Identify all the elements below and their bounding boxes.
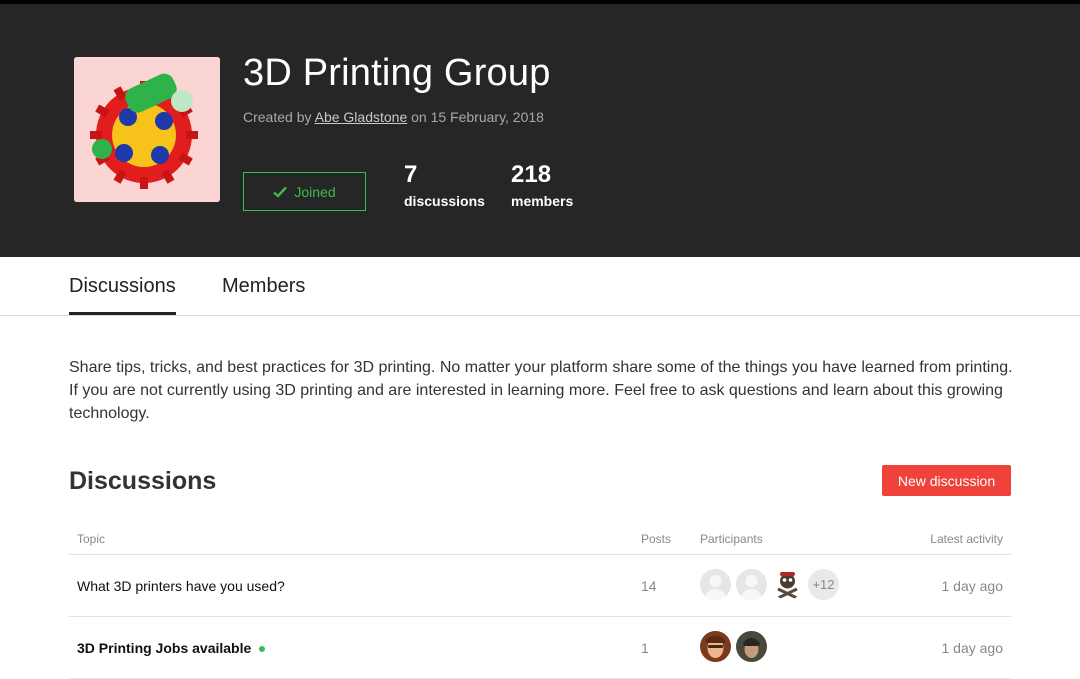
avatar[interactable]: [700, 631, 731, 662]
group-description: Share tips, tricks, and best practices f…: [69, 359, 1013, 422]
topic-link[interactable]: 3D Printing Jobs available: [77, 640, 266, 656]
new-discussion-button[interactable]: New discussion: [882, 465, 1011, 496]
new-activity-dot-icon: [259, 646, 266, 653]
participants-list: +12: [700, 569, 839, 600]
discussions-section-title: Discussions: [69, 467, 217, 495]
posts-count: 14: [641, 578, 657, 594]
default-user-icon: [736, 569, 767, 600]
discussions-label: discussions: [404, 193, 485, 209]
column-topic: Topic: [77, 532, 106, 546]
participants-list: [700, 631, 767, 662]
creator-link[interactable]: Abe Gladstone: [315, 109, 408, 125]
column-latest-activity: Latest activity: [930, 532, 1003, 546]
created-prefix: Created by: [243, 109, 312, 125]
table-header: Topic Posts Participants Latest activity: [69, 524, 1011, 555]
created-date: on 15 February, 2018: [411, 109, 544, 125]
group-header: 3D Printing Group Created by Abe Gladsto…: [0, 0, 1080, 257]
column-participants: Participants: [700, 532, 763, 546]
posts-count: 1: [641, 640, 649, 656]
table-row[interactable]: What 3D printers have you used? 14 +12 1…: [69, 555, 1011, 617]
user-photo-icon: [700, 631, 731, 662]
topic-title[interactable]: 3D Printing Jobs available: [77, 640, 251, 656]
gear-image-icon: [74, 57, 220, 202]
tab-discussions[interactable]: Discussions: [69, 275, 176, 315]
members-label: members: [511, 193, 574, 209]
skull-crossbones-icon: [772, 569, 803, 600]
discussions-count: 7: [404, 161, 418, 188]
avatar[interactable]: [772, 569, 803, 600]
latest-activity: 1 day ago: [941, 640, 1004, 656]
joined-label: Joined: [294, 183, 336, 200]
created-by-line: Created by Abe Gladstone on 15 February,…: [243, 109, 544, 125]
group-title: 3D Printing Group: [243, 52, 551, 94]
default-user-icon: [700, 569, 731, 600]
members-stat: 218 members: [511, 161, 573, 209]
avatar[interactable]: [736, 631, 767, 662]
table-row[interactable]: 3D Printing Jobs available 1 1 day ago: [69, 617, 1011, 679]
latest-activity: 1 day ago: [941, 578, 1004, 594]
more-participants-badge[interactable]: +12: [808, 569, 839, 600]
column-posts: Posts: [641, 532, 672, 546]
avatar[interactable]: [736, 569, 767, 600]
group-tabs: Discussions Members: [0, 257, 1080, 316]
group-logo-image: [74, 57, 220, 202]
members-count: 218: [511, 161, 552, 188]
avatar[interactable]: [700, 569, 731, 600]
tab-members[interactable]: Members: [222, 275, 305, 312]
topic-link[interactable]: What 3D printers have you used?: [77, 578, 285, 594]
user-photo-icon: [736, 631, 767, 662]
discussions-table: Topic Posts Participants Latest activity…: [69, 524, 1011, 679]
check-icon: [273, 186, 288, 198]
joined-button[interactable]: Joined: [243, 172, 366, 211]
discussions-stat: 7 discussions: [404, 161, 485, 209]
